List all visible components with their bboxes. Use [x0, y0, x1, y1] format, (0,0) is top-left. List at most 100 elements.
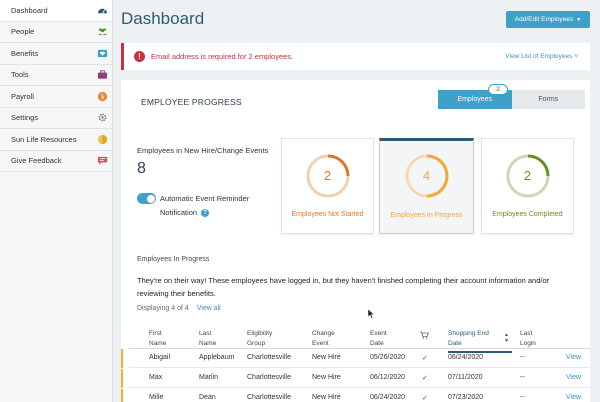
checkmark-icon: ✓	[422, 355, 428, 362]
sidebar-item-label: Settings	[11, 113, 39, 123]
chevron-down-icon: ▼	[576, 16, 582, 23]
add-edit-employees-button[interactable]: Add/Edit Employees ▼	[506, 11, 590, 28]
sidebar-item-benefits[interactable]: Benefits	[0, 43, 112, 65]
tile-employees-not-started[interactable]: 2 Employees Not Started	[281, 138, 374, 234]
payroll-coin-icon: $	[97, 91, 108, 102]
notification-label: Notification	[160, 208, 198, 217]
tile-count: 4	[422, 168, 431, 183]
table-row[interactable]: Abigail Applebaum Charlottesville New Hi…	[121, 349, 590, 368]
alert-message: Email address is required for 2 employee…	[151, 52, 294, 61]
cell-eligibility-group: Charlottesville	[247, 394, 291, 401]
sidebar-item-label: People	[11, 27, 35, 37]
auto-reminder-toggle[interactable]	[137, 193, 156, 204]
mouse-cursor-icon	[368, 309, 375, 319]
sidebar-item-dashboard[interactable]: Dashboard	[0, 0, 112, 22]
svg-text:$: $	[101, 93, 105, 100]
sort-icon[interactable]: ▲ ▼	[504, 332, 509, 344]
sidebar-item-people[interactable]: People	[0, 22, 112, 43]
sidebar-item-give-feedback[interactable]: Give Feedback	[0, 151, 112, 172]
gear-icon	[97, 112, 108, 123]
email-required-alert: ! Email address is required for 2 employ…	[121, 43, 590, 70]
sidebar-item-label: Sun Life Resources	[11, 134, 77, 144]
cell-last-login: --	[520, 354, 525, 361]
tile-employees-in-progress[interactable]: 4 Employees In Progress	[379, 138, 474, 234]
sidebar-item-sun-life-resources[interactable]: Sun Life Resources	[0, 129, 112, 151]
cell-shopping-end-date: 06/24/2020	[448, 354, 484, 361]
cell-event-date: 05/26/2020	[370, 354, 406, 361]
cell-last-login: --	[520, 374, 525, 381]
view-link[interactable]: View	[566, 374, 581, 381]
column-last-name[interactable]: Last Name	[199, 329, 216, 349]
tile-employees-completed[interactable]: 2 Employees Completed	[481, 138, 574, 234]
dashboard-gauge-icon	[97, 5, 108, 16]
view-link[interactable]: View	[566, 394, 581, 401]
displaying-count: Displaying 4 of 4 View all	[137, 305, 221, 312]
alert-exclamation-icon: !	[134, 51, 145, 62]
employee-progress-card: EMPLOYEE PROGRESS Employees 2 Forms Empl…	[121, 80, 590, 402]
row-status-bar	[121, 389, 123, 402]
chevron-down-icon: ˅	[574, 53, 578, 60]
sidebar-item-payroll[interactable]: Payroll $	[0, 86, 112, 108]
view-link[interactable]: View	[566, 354, 581, 361]
cell-last-name: Applebaum	[199, 354, 235, 361]
column-eligibility-group[interactable]: Eligibility Group	[247, 329, 272, 349]
tile-label: Employees In Progress	[390, 212, 463, 219]
tile-label: Employees Not Started	[291, 211, 364, 218]
view-all-link[interactable]: View all	[197, 305, 221, 312]
row-status-bar	[121, 369, 123, 388]
cell-change-event: New Hire	[312, 394, 341, 401]
cell-last-name: Dean	[199, 394, 216, 401]
cell-event-date: 06/12/2020	[370, 374, 406, 381]
new-hire-events-count: 8	[137, 160, 146, 177]
cell-eligibility-group: Charlottesville	[247, 354, 291, 361]
cell-first-name: Abigail	[149, 354, 171, 361]
feedback-chat-icon	[97, 155, 108, 166]
help-question-icon[interactable]: ?	[201, 208, 210, 217]
benefits-heart-icon	[97, 48, 108, 59]
tab-forms-label: Forms	[538, 96, 559, 103]
cell-first-name: Max	[149, 374, 163, 381]
sidebar: Dashboard People Benefits Tools Payroll …	[0, 0, 113, 402]
cell-last-login: --	[520, 394, 525, 401]
row-status-bar	[121, 349, 123, 368]
people-icon	[97, 26, 108, 37]
shopping-cart-icon	[420, 331, 429, 343]
employee-progress-title: EMPLOYEE PROGRESS	[141, 97, 242, 107]
page-title: Dashboard	[121, 9, 205, 28]
cell-shopping-end-date: 07/23/2020	[448, 394, 484, 401]
employees-count-badge: 2	[488, 84, 508, 95]
cell-first-name: Mille	[149, 394, 164, 401]
view-list-label: View List of Employees	[505, 53, 573, 60]
employees-table-header: First Name Last Name Eligibility Group Chan…	[129, 322, 590, 353]
sun-life-icon	[97, 134, 108, 145]
cell-last-name: Marlin	[199, 374, 219, 381]
tile-count: 2	[523, 168, 532, 183]
sidebar-item-label: Payroll	[11, 91, 34, 101]
tab-employees[interactable]: Employees 2	[438, 84, 512, 109]
column-last-login[interactable]: Last Login	[520, 329, 536, 349]
cell-shopping-end-date: 07/11/2020	[448, 374, 483, 381]
view-list-of-employees-link[interactable]: View List of Employees ˅	[505, 53, 578, 60]
toolbox-icon	[97, 69, 108, 80]
employees-in-progress-label: Employees In Progress	[137, 256, 210, 263]
sidebar-item-tools[interactable]: Tools	[0, 65, 112, 86]
sidebar-item-label: Give Feedback	[11, 156, 62, 166]
table-row[interactable]: Max Marlin Charlottesville New Hire 06/1…	[121, 369, 590, 388]
employees-forms-toggle: Employees 2 Forms	[438, 84, 585, 109]
cell-change-event: New Hire	[312, 374, 341, 381]
main-content: Dashboard Add/Edit Employees ▼ ! Email a…	[113, 0, 600, 402]
tile-count: 2	[323, 168, 332, 183]
cell-event-date: 06/24/2020	[370, 394, 406, 401]
auto-reminder-label: Automatic Event Reminder	[160, 194, 250, 203]
tab-forms[interactable]: Forms	[511, 90, 585, 109]
column-change-event[interactable]: Change Event	[312, 329, 335, 349]
cell-eligibility-group: Charlottesville	[247, 374, 291, 381]
table-row[interactable]: Mille Dean Charlottesville New Hire 06/2…	[121, 389, 590, 402]
checkmark-icon: ✓	[422, 375, 428, 382]
column-first-name[interactable]: First Name	[149, 329, 166, 349]
employees-in-progress-description: They're on their way! These employees ha…	[137, 276, 550, 298]
new-hire-events-label: Employees in New Hire/Change Events	[137, 146, 269, 155]
add-edit-employees-label: Add/Edit Employees	[514, 16, 574, 23]
column-event-date[interactable]: Event Date	[370, 329, 387, 349]
sidebar-item-settings[interactable]: Settings	[0, 108, 112, 129]
